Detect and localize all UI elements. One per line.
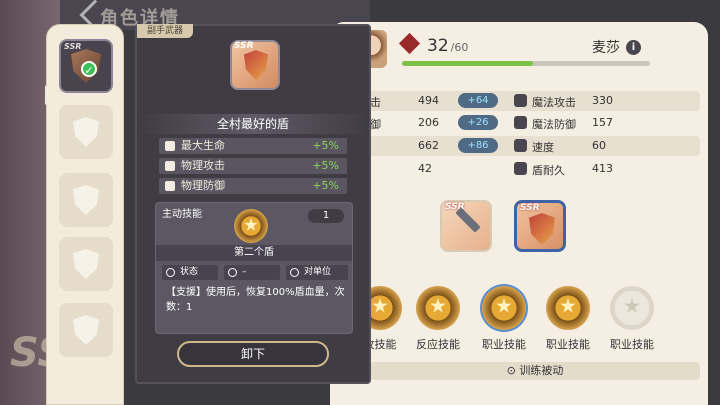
speed-icon (514, 139, 527, 152)
skill-count: 1 (308, 209, 344, 223)
unequip-button[interactable]: 卸下 (177, 341, 329, 367)
shield-icon (165, 181, 175, 191)
slot-empty[interactable] (59, 173, 113, 227)
skill-tag-label: – (242, 267, 247, 277)
rarity-label: SSR (64, 42, 82, 51)
character-name: 麦莎 (592, 40, 620, 56)
item-stat-row: 最大生命 +5% (159, 138, 347, 154)
stat-row: 理防御 206 +26 魔法防御 157 (338, 113, 700, 133)
stat-row: 防御 42 盾耐久 413 (338, 159, 700, 179)
skill-class-locked[interactable] (610, 286, 654, 330)
stat-bonus-badge: +26 (458, 115, 498, 130)
slot-empty[interactable] (59, 237, 113, 291)
item-stat-label: 最大生命 (181, 139, 225, 152)
stat-label: 盾耐久 (532, 164, 565, 177)
stat-value: 494 (418, 94, 439, 107)
skill-tag-status: 状态 (162, 265, 218, 280)
staff-icon (624, 298, 640, 313)
stat-label: 魔法防御 (532, 118, 576, 131)
stat-row: 理攻击 494 +64 魔法攻击 330 (338, 91, 700, 111)
stat-row: 命 662 +86 速度 60 (338, 136, 700, 156)
stat-value: 60 (592, 139, 606, 152)
item-stat-value: +5% (312, 159, 339, 172)
equip-slot-offhand[interactable]: SSR (514, 200, 566, 252)
character-name-block: 麦莎 i (592, 37, 641, 57)
slot-empty[interactable] (59, 105, 113, 159)
train-passive-button[interactable]: ⊙ 训练被动 (370, 362, 700, 380)
item-icon: SSR (230, 40, 280, 90)
stat-value: 662 (418, 139, 439, 152)
skill-tag-range: – (224, 265, 280, 280)
stat-label: 速度 (532, 141, 554, 154)
item-stat-label: 物理防御 (181, 179, 225, 192)
slot-equipped[interactable]: SSR ✓ (59, 39, 113, 93)
level-gem-icon (398, 32, 421, 55)
range-icon (228, 268, 237, 277)
stat-value: 42 (418, 162, 432, 175)
skill-emblem-icon (244, 218, 258, 231)
item-stat-value: +5% (312, 139, 339, 152)
level-progress-fill (402, 61, 534, 66)
equipment-slot-strip: SSR ✓ (45, 24, 124, 405)
skill-icon (234, 209, 268, 243)
popup-category-tag: 副手武器 (137, 24, 194, 38)
stat-value: 413 (592, 162, 613, 175)
skill-label: 反应技能 (416, 338, 460, 351)
equip-slot-weapon[interactable]: SSR (440, 200, 492, 252)
sword-icon (455, 207, 481, 233)
shield-icon (244, 50, 268, 80)
level-display: 32 /60 (398, 32, 469, 56)
stat-value: 330 (592, 94, 613, 107)
skill-tag-target: 对单位 (286, 265, 348, 280)
skill-description: 【支援】使用后，恢复100%盾血量，次数：1 (166, 287, 345, 313)
shield-icon (529, 213, 555, 245)
item-stat-row: 物理防御 +5% (159, 178, 347, 194)
shield-placeholder-icon (73, 117, 99, 147)
strip-left-arrow-icon (45, 85, 54, 105)
shield-placeholder-icon (73, 315, 99, 345)
check-icon: ✓ (81, 61, 97, 77)
stat-value: 157 (592, 116, 613, 129)
magic-attack-icon (514, 94, 527, 107)
skill-label: 职业技能 (546, 338, 590, 351)
active-skill-box: 主动技能 1 第二个盾 状态 – 对单位 【支援】使用后，恢复100%盾血量，次… (155, 202, 353, 334)
level-current: 32 (427, 36, 449, 56)
skill-emblem-icon (560, 298, 576, 313)
item-name: 全村最好的盾 (137, 114, 369, 134)
shield-durability-icon (514, 162, 527, 175)
skill-label: 职业技能 (610, 338, 654, 351)
skill-emblem-icon (496, 298, 512, 313)
skill-class-2[interactable] (546, 286, 590, 330)
item-detail-popup: 副手武器 SSR 全村最好的盾 最大生命 +5% 物理攻击 +5% 物理防御 +… (135, 24, 371, 384)
skill-name: 第二个盾 (156, 245, 352, 261)
skill-emblem-icon (430, 298, 446, 313)
skill-class-1[interactable] (482, 286, 526, 330)
level-max: /60 (450, 41, 469, 54)
target-icon (290, 268, 299, 277)
magic-defense-icon (514, 116, 527, 129)
item-stat-label: 物理攻击 (181, 159, 225, 172)
item-stat-row: 物理攻击 +5% (159, 158, 347, 174)
stat-bonus-badge: +86 (458, 138, 498, 153)
skill-tag-label: 状态 (180, 267, 199, 277)
skill-label: 职业技能 (482, 338, 526, 351)
shield-placeholder-icon (73, 185, 99, 215)
shield-placeholder-icon (73, 249, 99, 279)
stat-value: 206 (418, 116, 439, 129)
skill-emblem-icon (372, 298, 388, 313)
rarity-label: SSR (520, 203, 540, 213)
slot-empty[interactable] (59, 303, 113, 357)
item-stat-value: +5% (312, 179, 339, 192)
stat-bonus-badge: +64 (458, 93, 498, 108)
status-icon (166, 268, 175, 277)
skill-reaction[interactable] (416, 286, 460, 330)
skill-tag-label: 对单位 (304, 267, 332, 277)
heart-icon (165, 141, 175, 151)
stat-label: 魔法攻击 (532, 96, 576, 109)
skill-section-title: 主动技能 (162, 209, 202, 220)
sword-icon (165, 161, 175, 171)
level-progress-bar (402, 61, 650, 66)
rarity-label: SSR (234, 41, 254, 51)
info-icon[interactable]: i (626, 39, 641, 55)
